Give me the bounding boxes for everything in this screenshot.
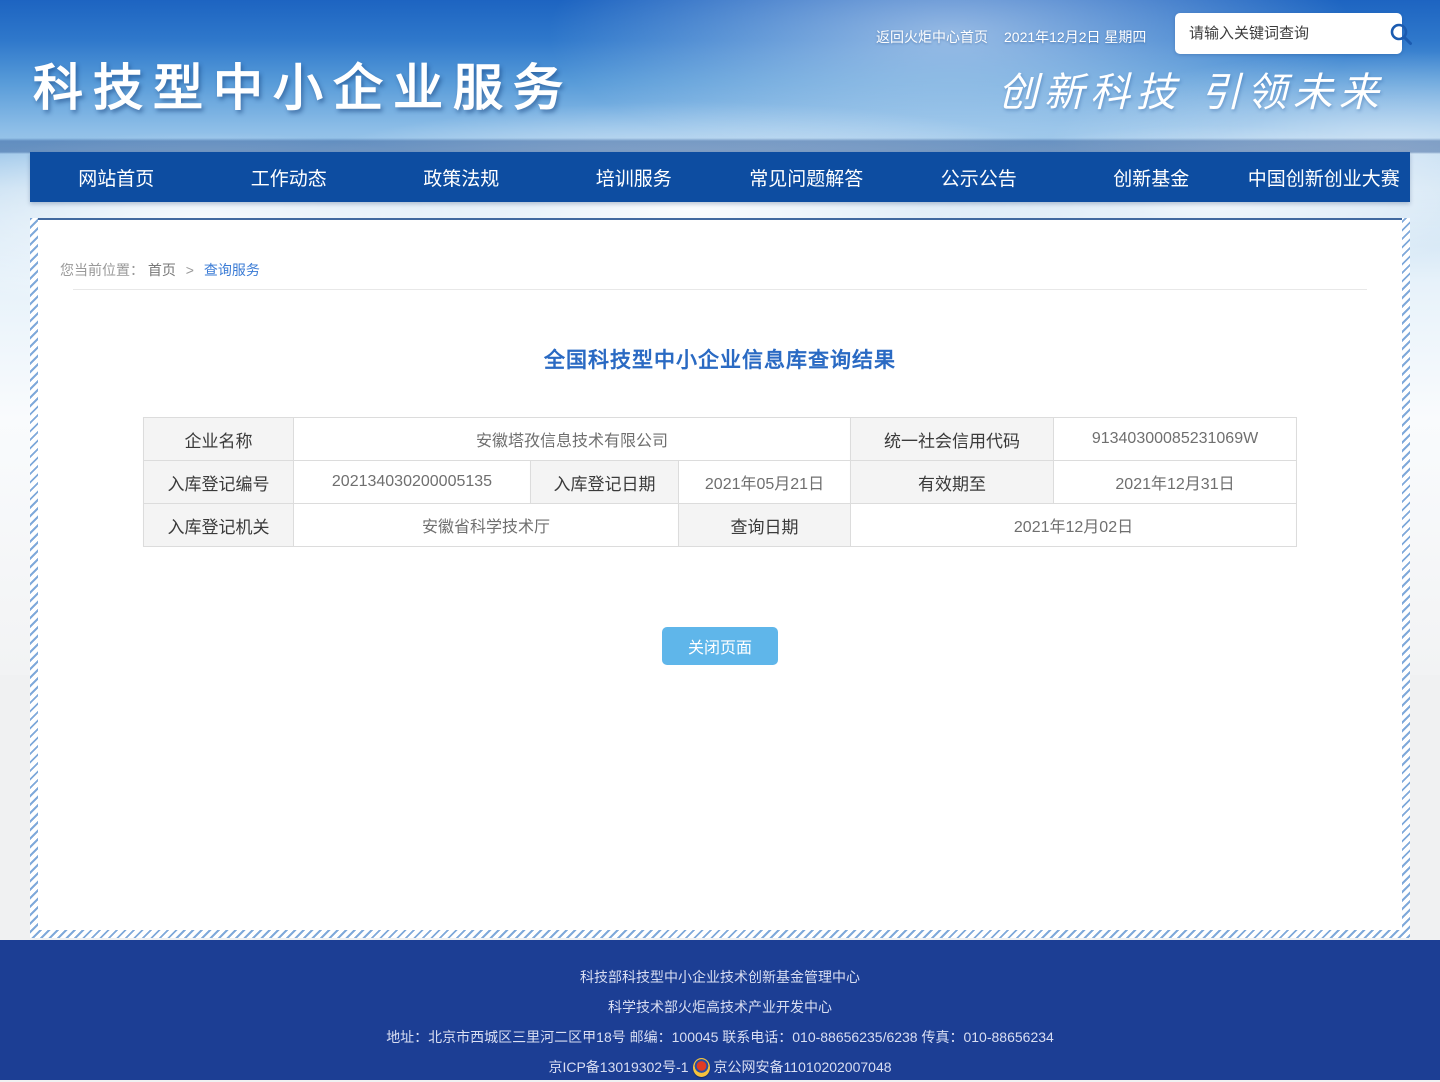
nav-item-3[interactable]: 培训服务 [548, 152, 721, 202]
footer-line-2: 地址：北京市西城区三里河二区甲18号 邮编：100045 联系电话：010-88… [0, 1022, 1440, 1052]
table-value-cell: 2021年05月21日 [678, 461, 850, 504]
breadcrumb-home-link[interactable]: 首页 [148, 262, 176, 278]
table-label-cell: 入库登记日期 [530, 461, 678, 504]
search-button[interactable] [1388, 19, 1414, 49]
nav-item-1[interactable]: 工作动态 [203, 152, 376, 202]
icp-record-link[interactable]: 京ICP备13019302号-1 [548, 1052, 688, 1082]
result-table-body: 企业名称安徽塔孜信息技术有限公司统一社会信用代码9134030008523106… [143, 418, 1296, 547]
police-badge-icon [693, 1058, 710, 1077]
nav-item-2[interactable]: 政策法规 [375, 152, 548, 202]
footer: 科技部科技型中小企业技术创新基金管理中心科学技术部火炬高技术产业开发中心地址：北… [0, 940, 1440, 1080]
nav-item-6[interactable]: 创新基金 [1065, 152, 1238, 202]
search-input[interactable] [1189, 25, 1388, 42]
breadcrumb-current-link[interactable]: 查询服务 [204, 262, 260, 278]
breadcrumb-divider [73, 289, 1367, 290]
main-nav: 网站首页工作动态政策法规培训服务常见问题解答公示公告创新基金中国创新创业大赛 [30, 152, 1410, 202]
table-label-cell: 入库登记机关 [143, 504, 293, 547]
table-row: 入库登记机关安徽省科学技术厅查询日期2021年12月02日 [143, 504, 1296, 547]
table-value-cell: 安徽塔孜信息技术有限公司 [293, 418, 850, 461]
content-panel-striped-border: 您当前位置： 首页 > 查询服务 全国科技型中小企业信息库查询结果 企业名称安徽… [30, 218, 1410, 938]
back-to-torch-center-link[interactable]: 返回火炬中心首页 [876, 27, 988, 47]
table-value-cell: 安徽省科学技术厅 [293, 504, 678, 547]
table-value-cell: 2021年12月31日 [1054, 461, 1297, 504]
table-label-cell: 入库登记编号 [143, 461, 293, 504]
nav-item-4[interactable]: 常见问题解答 [720, 152, 893, 202]
result-table: 企业名称安徽塔孜信息技术有限公司统一社会信用代码9134030008523106… [143, 417, 1297, 547]
footer-line-1: 科学技术部火炬高技术产业开发中心 [0, 992, 1440, 1022]
page-title: 全国科技型中小企业信息库查询结果 [38, 344, 1402, 374]
search-icon [1388, 21, 1414, 47]
breadcrumb-prefix: 您当前位置： [60, 262, 144, 278]
table-value-cell: 2021年12月02日 [851, 504, 1297, 547]
slogan-calligraphy: 创新科技 引领未来 [998, 60, 1408, 118]
breadcrumb: 您当前位置： 首页 > 查询服务 [60, 260, 260, 280]
table-label-cell: 有效期至 [851, 461, 1054, 504]
current-date: 2021年12月2日 星期四 [1004, 27, 1146, 47]
site-logo: 科技型中小企业服务 [33, 48, 573, 120]
nav-item-5[interactable]: 公示公告 [893, 152, 1066, 202]
table-label-cell: 统一社会信用代码 [851, 418, 1054, 461]
content-panel: 您当前位置： 首页 > 查询服务 全国科技型中小企业信息库查询结果 企业名称安徽… [38, 218, 1402, 930]
table-label-cell: 查询日期 [678, 504, 850, 547]
breadcrumb-separator: > [186, 262, 194, 278]
table-value-cell: 91340300085231069W [1054, 418, 1297, 461]
nav-item-7[interactable]: 中国创新创业大赛 [1238, 152, 1411, 202]
footer-line-0: 科技部科技型中小企业技术创新基金管理中心 [0, 962, 1440, 992]
table-value-cell: 202134030200005135 [293, 461, 530, 504]
topbar: 返回火炬中心首页 2021年12月2日 星期四 [876, 27, 1146, 47]
table-label-cell: 企业名称 [143, 418, 293, 461]
table-row: 企业名称安徽塔孜信息技术有限公司统一社会信用代码9134030008523106… [143, 418, 1296, 461]
search-box[interactable] [1175, 13, 1402, 54]
nav-item-0[interactable]: 网站首页 [30, 152, 203, 202]
police-record-link[interactable]: 京公网安备11010202007048 [714, 1052, 892, 1082]
close-page-button[interactable]: 关闭页面 [662, 627, 778, 665]
footer-record-line: 京ICP备13019302号-1 京公网安备11010202007048 [0, 1052, 1440, 1082]
footer-lines: 科技部科技型中小企业技术创新基金管理中心科学技术部火炬高技术产业开发中心地址：北… [0, 962, 1440, 1052]
table-row: 入库登记编号202134030200005135入库登记日期2021年05月21… [143, 461, 1296, 504]
